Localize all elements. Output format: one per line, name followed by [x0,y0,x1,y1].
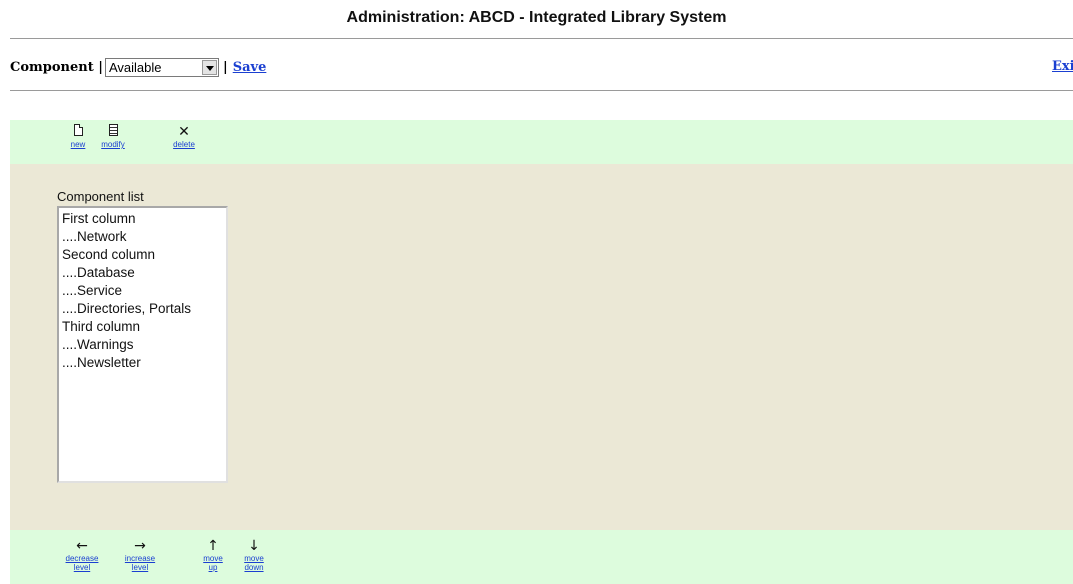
chevron-down-icon[interactable] [201,59,217,75]
move-up-label-2[interactable]: up [209,563,218,572]
increase-level-label-1[interactable]: increase [125,554,155,563]
move-up-button[interactable]: ↑ move up [201,538,225,572]
list-item[interactable]: ....Directories, Portals [62,300,226,318]
delete-label[interactable]: delete [173,140,195,149]
move-down-label-1[interactable]: move [244,554,264,563]
component-select[interactable]: Available [104,57,219,77]
component-label: Component | [10,59,103,75]
arrow-right-icon: → [134,538,146,554]
decrease-level-button[interactable]: ← decrease level [64,538,100,572]
delete-button[interactable]: ✕ delete [170,124,198,149]
component-list-label: Component list [57,189,144,204]
arrow-up-icon: ↑ [207,538,219,554]
list-item[interactable]: First column [62,210,226,228]
increase-level-label-2[interactable]: level [132,563,148,572]
move-down-button[interactable]: ↓ move down [242,538,266,572]
new-document-icon [66,124,90,140]
page-title: Administration: ABCD - Integrated Librar… [346,9,727,26]
list-item[interactable]: ....Service [62,282,226,300]
arrow-down-icon: ↓ [248,538,260,554]
decrease-level-label-1[interactable]: decrease [66,554,99,563]
exit-link[interactable]: Exi [1052,59,1073,74]
component-toolbar: Component | Available | Save [10,56,266,78]
decrease-level-label-2[interactable]: level [74,563,90,572]
close-icon: ✕ [178,124,190,140]
new-button[interactable]: new [66,124,90,149]
move-up-label-1[interactable]: move [203,554,223,563]
list-item[interactable]: Third column [62,318,226,336]
move-down-label-2[interactable]: down [244,563,263,572]
page: Administration: ABCD - Integrated Librar… [0,0,1073,584]
arrow-left-icon: ← [76,538,88,554]
edit-document-icon [91,124,135,140]
modify-button[interactable]: modify [91,124,135,149]
new-label[interactable]: new [71,140,86,149]
header-divider [10,38,1073,39]
list-item[interactable]: ....Database [62,264,226,282]
list-item[interactable]: ....Network [62,228,226,246]
list-item[interactable]: ....Newsletter [62,354,226,372]
component-listbox[interactable]: First column ....Network Second column .… [57,206,228,483]
list-item[interactable]: ....Warnings [62,336,226,354]
save-link[interactable]: Save [233,60,267,75]
top-tool-band: new modify ✕ delete [10,120,1073,164]
bottom-tool-band: ← decrease level → increase level ↑ move… [10,530,1073,584]
increase-level-button[interactable]: → increase level [122,538,158,572]
toolbar-divider [10,90,1073,91]
list-item[interactable]: Second column [62,246,226,264]
modify-label[interactable]: modify [101,140,125,149]
toolbar-separator: | [222,59,228,75]
component-select-value: Available [108,59,162,75]
